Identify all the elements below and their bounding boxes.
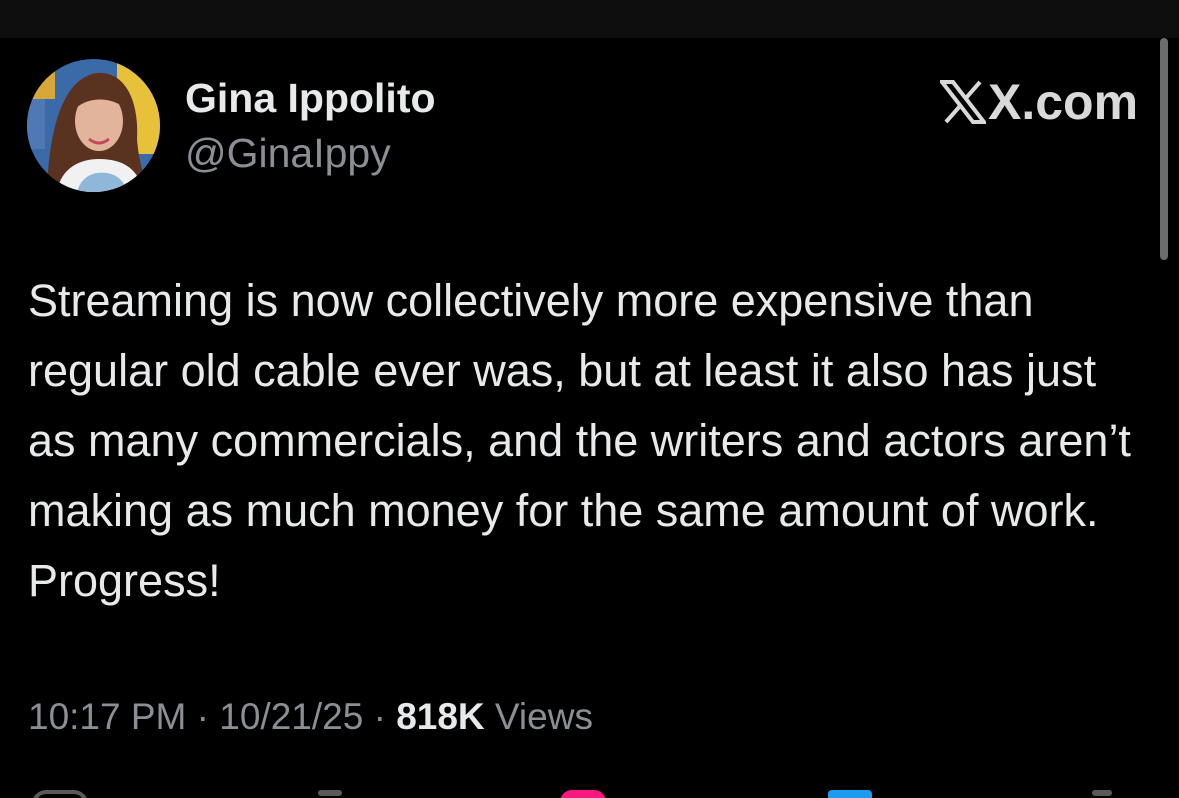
avatar[interactable] — [27, 59, 160, 192]
x-domain-text: X.com — [988, 74, 1139, 130]
share-icon[interactable] — [1092, 790, 1112, 796]
reply-icon[interactable] — [32, 790, 88, 798]
author-handle[interactable]: @GinaIppy — [185, 129, 391, 177]
views-label[interactable]: Views — [495, 696, 593, 737]
status-bar — [0, 0, 1179, 38]
tweet-text: Streaming is now collectively more expen… — [28, 275, 1131, 606]
tweet-meta: 10:17 PM · 10/21/25 · 818K Views — [28, 692, 593, 742]
tweet-time[interactable]: 10:17 PM — [28, 696, 186, 737]
meta-separator: · — [373, 696, 386, 737]
heart-icon[interactable] — [560, 790, 606, 798]
x-brand-watermark: X.com — [940, 74, 1138, 130]
bookmark-icon[interactable] — [828, 790, 872, 798]
avatar-image — [27, 59, 160, 192]
scrollbar[interactable] — [1160, 38, 1168, 260]
meta-separator: · — [196, 696, 209, 737]
author-display-name[interactable]: Gina Ippolito — [185, 74, 436, 122]
retweet-icon[interactable] — [318, 790, 342, 796]
tweet-date[interactable]: 10/21/25 — [219, 696, 363, 737]
tweet-action-bar — [0, 782, 1179, 798]
x-logo-icon — [940, 80, 986, 124]
views-count[interactable]: 818K — [396, 696, 484, 737]
